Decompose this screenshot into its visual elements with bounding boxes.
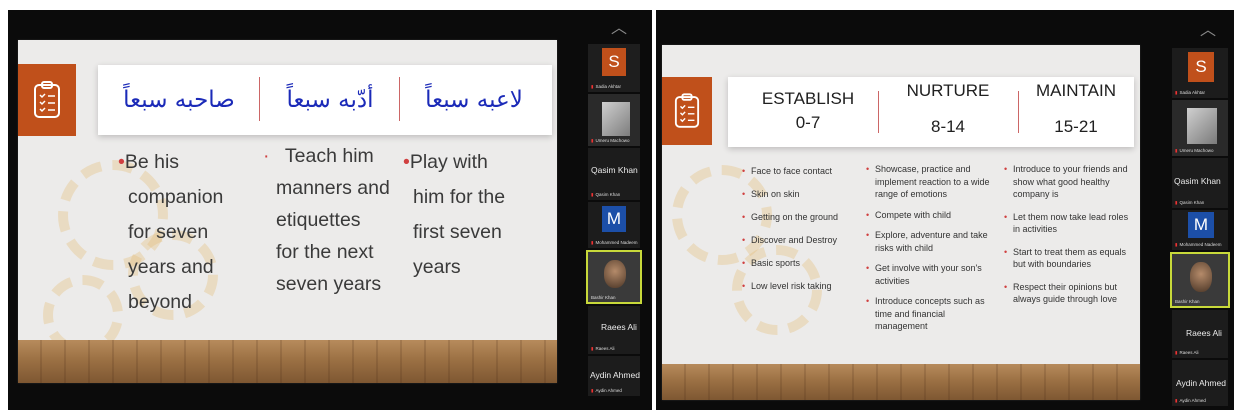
- list-item: Let them now take lead roles in activiti…: [1004, 211, 1136, 236]
- mic-muted-icon: ▮: [1175, 200, 1178, 205]
- list-item: Basic sports: [742, 257, 862, 269]
- clipboard-checklist-icon: [662, 77, 712, 145]
- column-maintain: Introduce to your friends and show what …: [1004, 163, 1136, 314]
- participant-tile[interactable]: S ▮ Sadia Akhtar: [1172, 48, 1228, 98]
- list-item: Discover and Destroy: [742, 234, 862, 246]
- list-item: Low level risk taking: [742, 280, 862, 292]
- list-item: Face to face contact: [742, 165, 862, 177]
- wood-floor: [662, 364, 1140, 400]
- avatar: S: [602, 48, 626, 76]
- list-item: Compete with child: [866, 209, 994, 222]
- list-item: Showcase, practice and implement reactio…: [866, 163, 994, 201]
- video-thumbnail: [1187, 108, 1217, 144]
- list-item: Skin on skin: [742, 188, 862, 200]
- wood-floor: [18, 340, 557, 383]
- participant-tile[interactable]: ▮ Umeru Machowo: [588, 94, 640, 146]
- bullet: ·: [263, 145, 270, 167]
- chevron-up-icon[interactable]: ︿: [1200, 16, 1216, 40]
- title-band: ESTABLISH 0-7 NURTURE 8-14 MAINTAIN 15-2…: [728, 77, 1134, 147]
- mic-muted-icon: ▮: [1175, 350, 1178, 355]
- avatar: S: [1188, 52, 1214, 82]
- right-screenshot: ESTABLISH 0-7 NURTURE 8-14 MAINTAIN 15-2…: [656, 10, 1234, 410]
- participant-tile[interactable]: ▮ Umeru Machowo: [1172, 100, 1228, 156]
- mic-muted-icon: ▮: [591, 240, 594, 245]
- header-maintain: MAINTAIN 15-21: [1036, 81, 1116, 136]
- mic-muted-icon: ▮: [591, 192, 594, 197]
- mic-muted-icon: ▮: [591, 346, 594, 351]
- video-thumbnail: [1190, 262, 1212, 292]
- participant-name: Raees Ali: [601, 322, 637, 332]
- avatar: M: [1188, 212, 1214, 238]
- participant-tile[interactable]: M ▮ Mohammed Nadeem: [588, 202, 640, 248]
- participant-name: Aydin Ahmed: [590, 370, 640, 380]
- heading-divider: [399, 77, 400, 121]
- arabic-heading-teach: أدّبه سبعاً: [286, 87, 374, 113]
- arabic-heading-play: لاعبه سبعاً: [425, 87, 523, 113]
- list-item: Explore, adventure and take risks with c…: [866, 229, 994, 254]
- participant-tile[interactable]: S ▮ Sadia Akhtar: [588, 44, 640, 92]
- participant-tile[interactable]: Raees Ali ▮ Raees Ali: [1172, 310, 1228, 358]
- participant-name: Raees Ali: [1186, 328, 1222, 338]
- clipboard-checklist-icon: [18, 64, 76, 136]
- participant-tile[interactable]: Aydin Ahmed ▮ Aydin Ahmed: [588, 356, 640, 396]
- title-band: لاعبه سبعاً أدّبه سبعاً صاحبه سبعاً: [98, 65, 552, 135]
- participant-name: Aydin Ahmed: [1176, 378, 1226, 388]
- avatar: M: [602, 206, 626, 232]
- active-speaker-tile[interactable]: Bashir Khan: [1170, 252, 1230, 308]
- list-item: Introduce to your friends and show what …: [1004, 163, 1136, 201]
- mic-muted-icon: ▮: [1175, 90, 1178, 95]
- list-item: Introduce concepts such as time and fina…: [866, 295, 994, 333]
- column-establish: Face to face contact Skin on skin Gettin…: [742, 165, 862, 300]
- shared-slide-left: لاعبه سبعاً أدّبه سبعاً صاحبه سبعاً •Be …: [18, 40, 557, 383]
- arabic-heading-companion: صاحبه سبعاً: [123, 87, 235, 113]
- bullet: •: [403, 151, 410, 173]
- column-teach: · Teach him manners and etiquettes for t…: [263, 145, 390, 295]
- participant-name: Qasim Khan: [591, 165, 638, 175]
- list-item: Getting on the ground: [742, 211, 862, 223]
- video-thumbnail: [604, 260, 626, 288]
- mic-muted-icon: ▮: [591, 84, 594, 89]
- participant-tile[interactable]: Qasim Khan ▮ Qasim Khan: [1172, 158, 1228, 208]
- mic-muted-icon: ▮: [591, 388, 594, 393]
- column-companion: •Be his companion for seven years and be…: [118, 151, 224, 313]
- shared-slide-right: ESTABLISH 0-7 NURTURE 8-14 MAINTAIN 15-2…: [662, 45, 1140, 400]
- header-nurture: NURTURE 8-14: [906, 81, 990, 136]
- list-item: Get involve with your son's activities: [866, 262, 994, 287]
- video-thumbnail: [602, 102, 630, 136]
- column-nurture: Showcase, practice and implement reactio…: [866, 163, 994, 341]
- chevron-up-icon[interactable]: ︿: [611, 14, 627, 38]
- mic-muted-icon: ▮: [1175, 148, 1178, 153]
- participant-tile[interactable]: Aydin Ahmed ▮ Aydin Ahmed: [1172, 360, 1228, 406]
- participant-tile[interactable]: Qasim Khan ▮ Qasim Khan: [588, 148, 640, 200]
- left-screenshot: لاعبه سبعاً أدّبه سبعاً صاحبه سبعاً •Be …: [8, 10, 652, 410]
- active-speaker-tile[interactable]: Bashir Khan: [586, 250, 642, 304]
- participant-name: Qasim Khan: [1174, 176, 1221, 186]
- header-establish: ESTABLISH 0-7: [761, 89, 855, 132]
- list-item: Start to treat them as equals but with b…: [1004, 246, 1136, 271]
- participant-tile[interactable]: M ▮ Mohammed Nadeem: [1172, 210, 1228, 250]
- heading-divider: [878, 91, 879, 133]
- column-play: •Play with him for the first seven years: [403, 151, 506, 278]
- mic-muted-icon: ▮: [1175, 242, 1178, 247]
- heading-divider: [259, 77, 260, 121]
- mic-muted-icon: ▮: [591, 138, 594, 143]
- participant-tile[interactable]: Raees Ali ▮ Raees Ali: [588, 306, 640, 354]
- bullet: •: [118, 151, 125, 173]
- list-item: Respect their opinions but always guide …: [1004, 281, 1136, 306]
- mic-muted-icon: ▮: [1175, 398, 1178, 403]
